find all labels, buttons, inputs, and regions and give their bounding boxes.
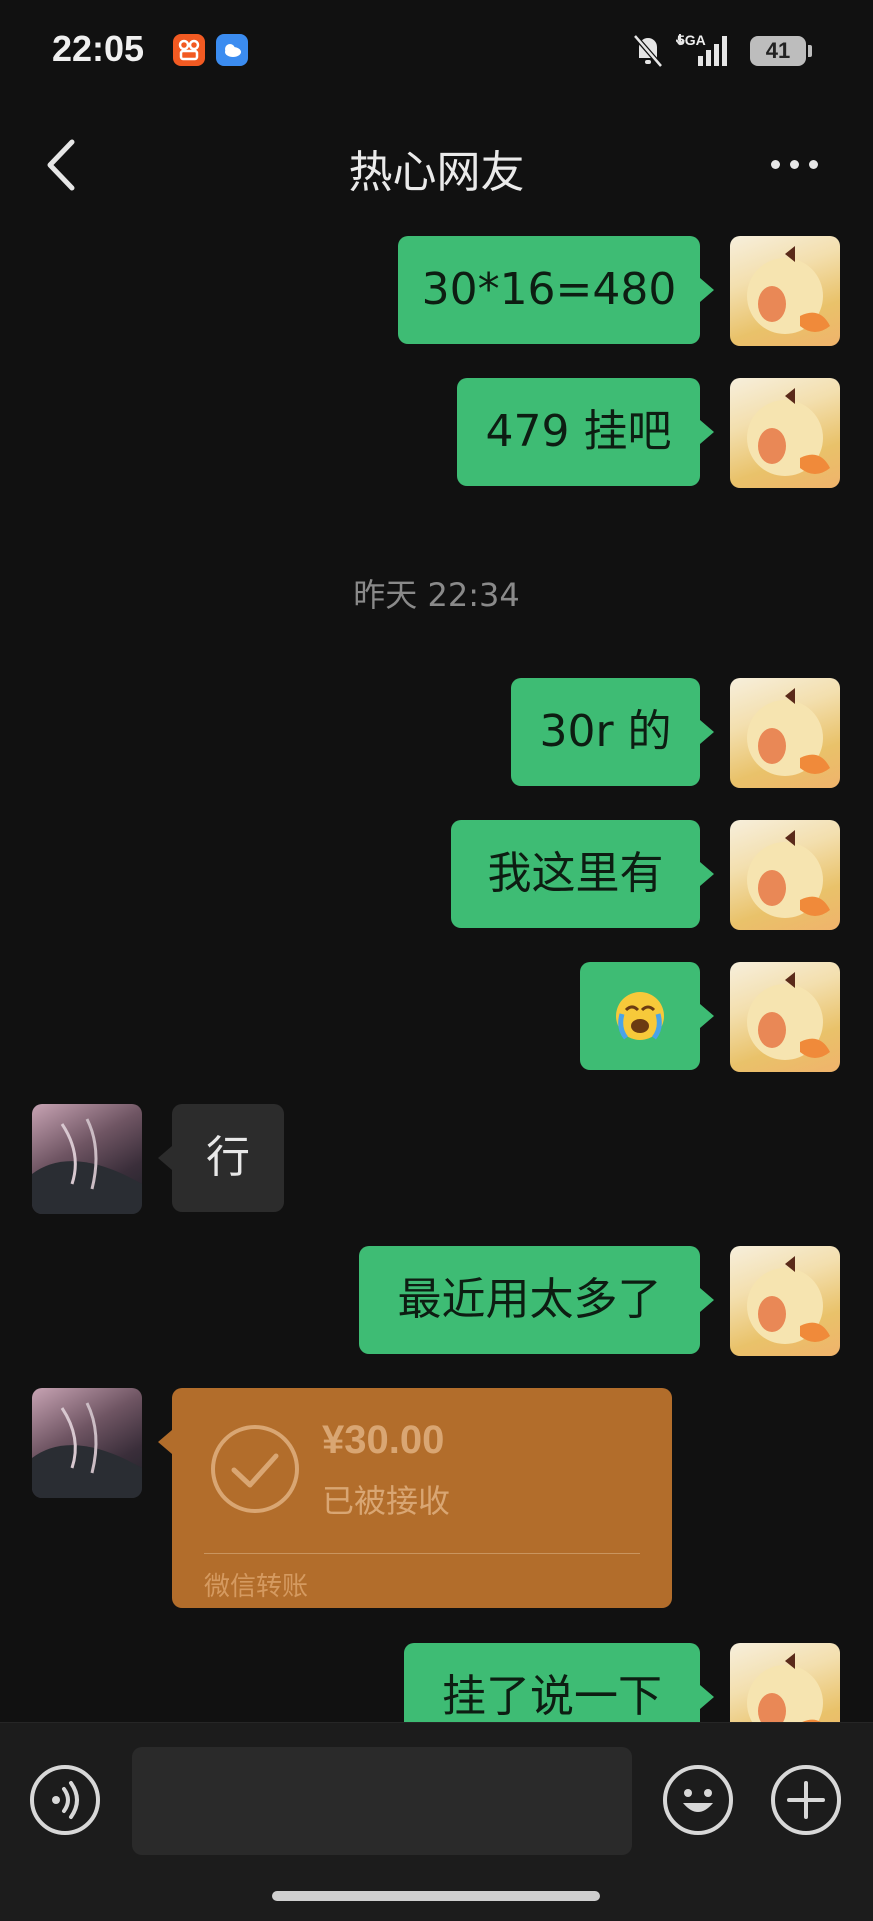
- battery-level: 41: [765, 38, 791, 63]
- my-message-bubble[interactable]: 30*16=480: [398, 236, 714, 344]
- my-avatar[interactable]: [730, 236, 840, 346]
- transfer-amount: ¥30.00: [322, 1418, 445, 1462]
- app-notification-icon: [173, 34, 205, 66]
- check-circle-icon: [211, 1425, 299, 1513]
- my-avatar[interactable]: [730, 820, 840, 930]
- message-list[interactable]: 30*16=480 479 挂吧 昨天 22:34 30r 的 我这里有 行 最…: [0, 230, 873, 1722]
- my-message-bubble[interactable]: 挂了说一下: [404, 1643, 714, 1722]
- message-timestamp: 昨天 22:34: [353, 576, 520, 614]
- weather-icon: [216, 34, 248, 66]
- my-message-bubble[interactable]: 最近用太多了: [359, 1246, 714, 1354]
- voice-icon[interactable]: [30, 1765, 100, 1835]
- emoji-icon[interactable]: [663, 1765, 733, 1835]
- contact-message-bubble[interactable]: 行: [158, 1104, 284, 1212]
- message-input[interactable]: [132, 1747, 632, 1855]
- my-message-bubble[interactable]: 479 挂吧: [457, 378, 714, 486]
- chat-header: 热心网友: [0, 100, 873, 230]
- home-indicator[interactable]: [272, 1891, 600, 1901]
- loudly-crying-emoji-icon: [616, 992, 664, 1040]
- my-avatar[interactable]: [730, 378, 840, 488]
- input-bar: [0, 1722, 873, 1921]
- battery-icon: 41: [750, 36, 812, 66]
- transfer-status: 已被接收: [322, 1482, 451, 1520]
- more-dots-icon[interactable]: [764, 145, 824, 185]
- status-bar: 22:05 5GA 41: [0, 0, 873, 100]
- my-avatar[interactable]: [730, 1643, 840, 1722]
- transfer-label: 微信转账: [204, 1572, 309, 1602]
- transfer-card[interactable]: ¥30.00 已被接收 微信转账: [158, 1388, 672, 1608]
- status-time: 22:05: [52, 28, 145, 69]
- my-emoji-bubble[interactable]: [580, 962, 714, 1070]
- transfer-divider: [204, 1553, 640, 1554]
- contact-avatar[interactable]: [32, 1388, 142, 1498]
- my-avatar[interactable]: [730, 678, 840, 788]
- chat-title: 热心网友: [348, 147, 525, 198]
- my-avatar[interactable]: [730, 1246, 840, 1356]
- contact-avatar[interactable]: [32, 1104, 142, 1214]
- mute-bell-icon: [633, 34, 663, 68]
- my-message-bubble[interactable]: 我这里有: [451, 820, 714, 928]
- plus-icon[interactable]: [771, 1765, 841, 1835]
- signal-icon: [676, 34, 727, 66]
- my-message-bubble[interactable]: 30r 的: [511, 678, 714, 786]
- my-avatar[interactable]: [730, 962, 840, 1072]
